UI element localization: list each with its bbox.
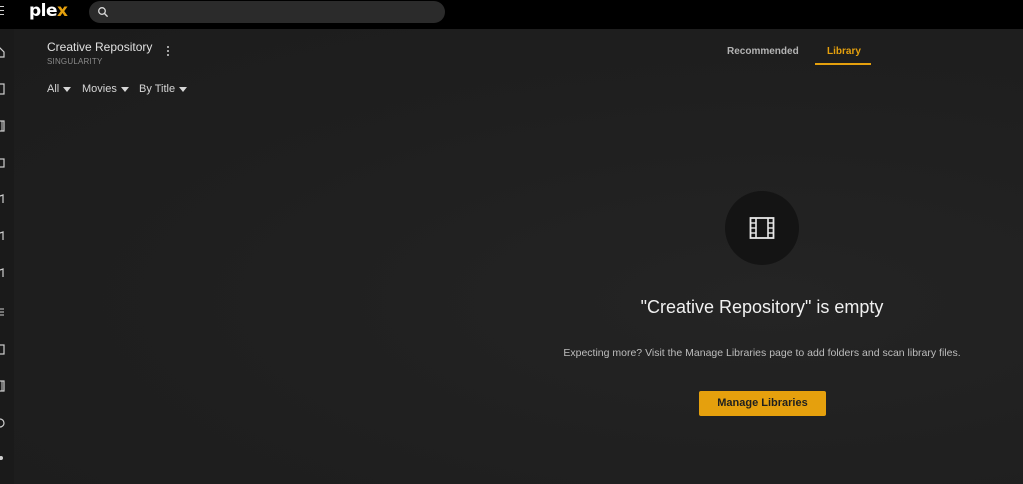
library-title: Creative Repository xyxy=(47,40,153,54)
music-icon[interactable] xyxy=(0,231,5,243)
server-name: SINGULARITY xyxy=(47,57,103,66)
photo-icon[interactable] xyxy=(0,343,5,355)
plex-logo[interactable]: plex xyxy=(29,1,68,21)
logo-text: ple xyxy=(29,1,58,21)
sort-dropdown[interactable]: By Title xyxy=(139,83,188,95)
manage-libraries-button[interactable]: Manage Libraries xyxy=(699,391,826,416)
chevron-down-icon xyxy=(63,86,72,92)
filter-all-dropdown[interactable]: All xyxy=(47,83,72,95)
filter-all-label: All xyxy=(47,83,60,95)
film-icon[interactable] xyxy=(0,120,5,132)
more-options-icon[interactable] xyxy=(164,46,172,60)
sort-label: By Title xyxy=(139,83,176,95)
tv-icon[interactable] xyxy=(0,157,5,169)
plus-icon[interactable] xyxy=(0,452,5,464)
film-icon[interactable] xyxy=(0,380,5,392)
menu-icon[interactable] xyxy=(0,6,6,18)
tab-recommended[interactable]: Recommended xyxy=(727,46,799,57)
tab-library[interactable]: Library xyxy=(827,46,861,57)
music-icon[interactable] xyxy=(0,194,5,206)
empty-state-title: "Creative Repository" is empty xyxy=(640,297,884,317)
filter-type-dropdown[interactable]: Movies xyxy=(82,83,129,95)
filter-type-label: Movies xyxy=(82,83,117,95)
search-input[interactable] xyxy=(89,1,445,23)
chevron-down-icon xyxy=(179,86,188,92)
list-icon[interactable] xyxy=(0,306,5,318)
clock-icon[interactable] xyxy=(0,417,5,429)
sidebar xyxy=(0,29,14,484)
top-bar: plex xyxy=(0,0,1023,29)
empty-state-description: Expecting more? Visit the Manage Librari… xyxy=(563,347,961,359)
logo-x: x xyxy=(57,1,68,21)
empty-state-badge xyxy=(725,191,799,265)
film-icon xyxy=(749,217,775,239)
music-icon[interactable] xyxy=(0,268,5,280)
main-content: Creative Repository SINGULARITY Recommen… xyxy=(14,29,1023,484)
bookmark-icon[interactable] xyxy=(0,83,5,95)
search-icon xyxy=(98,7,108,17)
chevron-down-icon xyxy=(120,86,129,92)
home-icon[interactable] xyxy=(0,46,5,58)
active-tab-indicator xyxy=(815,63,871,65)
